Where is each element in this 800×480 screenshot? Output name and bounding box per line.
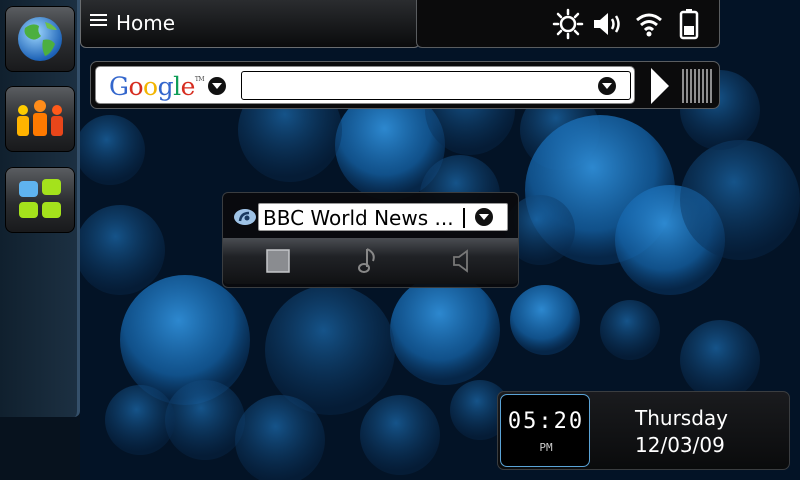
volume-icon[interactable]: [590, 6, 626, 42]
battery-icon[interactable]: [671, 6, 707, 42]
google-logo: GoogleTM: [109, 72, 205, 101]
radio-controls: [223, 238, 518, 284]
go-arrow-icon: [651, 68, 712, 104]
status-area[interactable]: [416, 0, 720, 48]
browser-launcher-button[interactable]: [5, 6, 75, 72]
clock-ampm: PM: [539, 441, 553, 454]
clock-date: 12/03/09: [635, 433, 725, 457]
trademark-mark: TM: [194, 76, 205, 83]
radio-logo-icon: [234, 209, 256, 225]
brightness-icon[interactable]: [550, 6, 586, 42]
google-logo-letter: o: [128, 72, 144, 101]
stop-icon: [266, 249, 290, 273]
globe-icon: [18, 17, 62, 61]
title-bar[interactable]: Home: [80, 0, 420, 48]
clock-widget[interactable]: 05:20 PM Thursday 12/03/09: [497, 391, 790, 470]
search-go-button[interactable]: [647, 66, 717, 106]
google-logo-letter: G: [109, 72, 129, 101]
google-logo-letter: l: [173, 72, 181, 101]
google-search-panel: GoogleTM: [95, 66, 635, 104]
stop-button[interactable]: [260, 246, 296, 276]
people-icon: [17, 100, 63, 136]
clock-day: Thursday: [635, 406, 728, 430]
speaker-icon: [453, 249, 468, 273]
google-search-widget: GoogleTM: [90, 61, 720, 109]
google-logo-letter: o: [143, 72, 158, 101]
search-input[interactable]: [241, 71, 631, 100]
wifi-icon[interactable]: [631, 6, 667, 42]
search-engine-dropdown-icon[interactable]: [208, 77, 226, 95]
station-dropdown-icon[interactable]: [475, 208, 493, 226]
search-history-dropdown-icon[interactable]: [598, 77, 616, 95]
google-logo-letter: g: [157, 72, 174, 101]
google-logo-letter: e: [180, 72, 196, 101]
clock-face: 05:20 PM: [500, 394, 590, 467]
volume-button[interactable]: [444, 246, 480, 276]
music-button[interactable]: [351, 246, 387, 276]
applications-launcher-button[interactable]: [5, 167, 75, 233]
music-note-icon: [358, 248, 375, 273]
menu-icon[interactable]: [90, 14, 107, 31]
launcher-panel: [0, 0, 80, 480]
station-selector[interactable]: BBC World News ...: [258, 203, 508, 231]
google-logo-text: Google: [109, 72, 195, 101]
contacts-launcher-button[interactable]: [5, 86, 75, 152]
clock-time: 05:20: [507, 409, 585, 434]
page-title: Home: [116, 11, 176, 35]
apps-grid-icon: [19, 179, 61, 218]
text-cursor: [463, 208, 465, 228]
internet-radio-widget: BBC World News ...: [222, 192, 519, 288]
station-name: BBC World News ...: [263, 206, 454, 230]
